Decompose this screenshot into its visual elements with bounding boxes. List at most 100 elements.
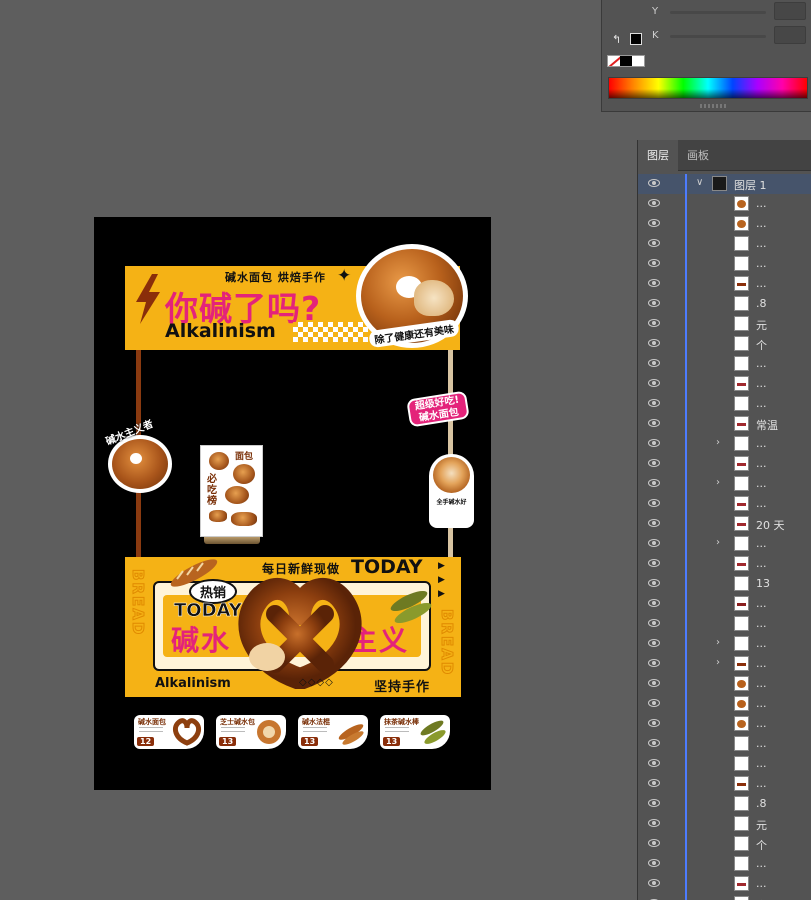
layer-row[interactable]: 个 — [638, 834, 811, 854]
visibility-eye-icon[interactable] — [648, 379, 660, 387]
chevron-right-icon[interactable]: › — [716, 537, 720, 548]
layer-row[interactable]: ... — [638, 874, 811, 894]
chevron-right-icon[interactable]: › — [716, 437, 720, 448]
color-spectrum-bar[interactable] — [608, 77, 808, 99]
visibility-eye-icon[interactable] — [648, 819, 660, 827]
layer-row[interactable]: ... — [638, 274, 811, 294]
color-value-field-k[interactable] — [774, 26, 806, 44]
layer-row[interactable]: 元 — [638, 814, 811, 834]
layer-row[interactable]: ... — [638, 234, 811, 254]
visibility-eye-icon[interactable] — [648, 759, 660, 767]
visibility-eye-icon[interactable] — [648, 559, 660, 567]
layer-row[interactable]: ... — [638, 354, 811, 374]
layer-row[interactable]: ... — [638, 734, 811, 754]
layer-row[interactable]: ... — [638, 554, 811, 574]
visibility-eye-icon[interactable] — [648, 679, 660, 687]
layer-row[interactable]: ... — [638, 774, 811, 794]
visibility-eye-icon[interactable] — [648, 499, 660, 507]
visibility-eye-icon[interactable] — [648, 339, 660, 347]
visibility-eye-icon[interactable] — [648, 639, 660, 647]
layer-row[interactable]: .8 — [638, 294, 811, 314]
layer-row[interactable]: ›... — [638, 654, 811, 674]
gamut-warning-icon[interactable]: ↰ — [612, 33, 621, 46]
visibility-eye-icon[interactable] — [648, 299, 660, 307]
tab-layers[interactable]: 图层 — [638, 140, 678, 171]
white-swatch[interactable] — [632, 56, 644, 66]
visibility-eye-icon[interactable] — [648, 239, 660, 247]
layer-row[interactable]: ... — [638, 674, 811, 694]
layer-row[interactable]: ›... — [638, 534, 811, 554]
visibility-eye-icon[interactable] — [648, 839, 660, 847]
visibility-eye-icon[interactable] — [648, 399, 660, 407]
visibility-eye-icon[interactable] — [648, 459, 660, 467]
layer-row[interactable]: ... — [638, 214, 811, 234]
panel-resize-grip[interactable] — [700, 104, 728, 108]
visibility-eye-icon[interactable] — [648, 879, 660, 887]
layer-row[interactable]: 元 — [638, 314, 811, 334]
visibility-eye-icon[interactable] — [648, 539, 660, 547]
visibility-eye-icon[interactable] — [648, 479, 660, 487]
color-slider-k[interactable] — [670, 35, 766, 38]
visibility-eye-icon[interactable] — [648, 439, 660, 447]
layer-row[interactable]: ›... — [638, 634, 811, 654]
visibility-eye-icon[interactable] — [648, 779, 660, 787]
layer-row[interactable]: ∨ 图层 1 — [638, 174, 811, 194]
chevron-down-icon[interactable]: ∨ — [696, 177, 703, 188]
layer-row[interactable]: 13 — [638, 574, 811, 594]
layer-row[interactable]: ... — [638, 594, 811, 614]
layer-row[interactable]: ›... — [638, 434, 811, 454]
layer-row[interactable]: 个 — [638, 894, 811, 900]
artboard[interactable]: 碱水面包 烘焙手作 ✦ 你碱了吗? Alkalinism 除了健康还有美味 碱水… — [94, 217, 491, 790]
layer-row[interactable]: ... — [638, 374, 811, 394]
layer-row[interactable]: 个 — [638, 334, 811, 354]
visibility-eye-icon[interactable] — [648, 219, 660, 227]
matcha-bread-icon — [420, 720, 446, 744]
layer-row[interactable]: ›... — [638, 474, 811, 494]
black-swatch[interactable] — [620, 56, 632, 66]
layer-row[interactable]: 20 天 — [638, 514, 811, 534]
chevron-right-icon[interactable]: › — [716, 657, 720, 668]
visibility-eye-icon[interactable] — [648, 619, 660, 627]
layer-thumbnail — [734, 536, 749, 551]
visibility-eye-icon[interactable] — [648, 739, 660, 747]
layer-name: ... — [756, 537, 767, 550]
chevron-right-icon[interactable]: › — [716, 477, 720, 488]
layer-row[interactable]: ... — [638, 854, 811, 874]
visibility-eye-icon[interactable] — [648, 179, 660, 187]
layer-row[interactable]: ... — [638, 194, 811, 214]
layer-row[interactable]: ... — [638, 754, 811, 774]
visibility-eye-icon[interactable] — [648, 259, 660, 267]
visibility-eye-icon[interactable] — [648, 859, 660, 867]
visibility-eye-icon[interactable] — [648, 319, 660, 327]
none-swatch[interactable] — [608, 56, 620, 66]
layer-row[interactable]: ... — [638, 694, 811, 714]
current-color-swatch[interactable] — [630, 33, 642, 45]
visibility-eye-icon[interactable] — [648, 599, 660, 607]
layer-color-indicator — [685, 834, 687, 854]
layer-row[interactable]: ... — [638, 614, 811, 634]
tab-artboards[interactable]: 画板 — [678, 140, 718, 171]
visibility-eye-icon[interactable] — [648, 699, 660, 707]
layer-row[interactable]: 常温 — [638, 414, 811, 434]
color-slider-y[interactable] — [670, 11, 766, 14]
visibility-eye-icon[interactable] — [648, 799, 660, 807]
layer-row[interactable]: ... — [638, 394, 811, 414]
layer-row[interactable]: ... — [638, 454, 811, 474]
chevron-right-icon[interactable]: › — [716, 637, 720, 648]
visibility-eye-icon[interactable] — [648, 719, 660, 727]
visibility-eye-icon[interactable] — [648, 279, 660, 287]
layer-name: ... — [756, 257, 767, 270]
color-value-field-y[interactable] — [774, 2, 806, 20]
layer-row[interactable]: ... — [638, 494, 811, 514]
layer-row[interactable]: ... — [638, 254, 811, 274]
visibility-eye-icon[interactable] — [648, 359, 660, 367]
visibility-eye-icon[interactable] — [648, 199, 660, 207]
layer-thumbnail-mark — [737, 200, 746, 208]
bread-vertical-left: BREAD — [129, 568, 148, 637]
visibility-eye-icon[interactable] — [648, 659, 660, 667]
visibility-eye-icon[interactable] — [648, 419, 660, 427]
layer-row[interactable]: .8 — [638, 794, 811, 814]
visibility-eye-icon[interactable] — [648, 579, 660, 587]
visibility-eye-icon[interactable] — [648, 519, 660, 527]
layer-row[interactable]: ... — [638, 714, 811, 734]
